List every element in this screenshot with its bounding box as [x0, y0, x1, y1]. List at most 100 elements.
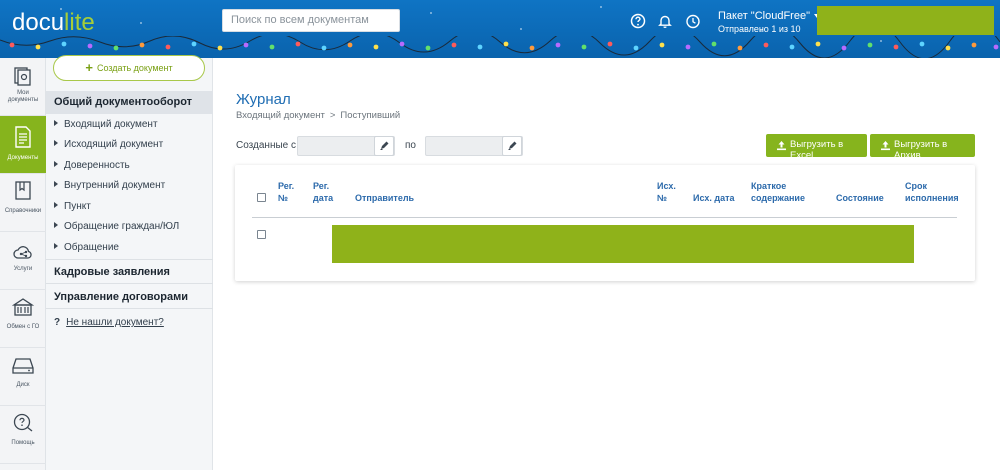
rail-label: Диск	[16, 382, 30, 388]
column-header-sender[interactable]: Отправитель	[355, 192, 414, 204]
column-header-out-date[interactable]: Исх. дата	[693, 192, 735, 204]
pencil-edit-button[interactable]	[374, 136, 394, 156]
snowflake	[140, 22, 142, 24]
column-header-line: Срок	[905, 181, 927, 191]
global-search-input[interactable]: Поиск по всем документам	[222, 9, 400, 32]
rail-item-disk[interactable]: Диск	[0, 348, 46, 406]
cloud-share-icon	[13, 246, 32, 259]
breadcrumb-parent[interactable]: Входящий документ	[236, 110, 325, 121]
logo-main-text: docu	[12, 9, 65, 36]
column-header-line: №	[657, 193, 668, 203]
rail-item-services[interactable]: Услуги	[0, 232, 46, 290]
my-documents-icon	[14, 67, 31, 86]
caret-right-icon	[54, 181, 58, 187]
select-all-checkbox[interactable]	[257, 193, 266, 202]
help-chat-icon	[13, 413, 33, 432]
rail-item-help[interactable]: Помощь	[0, 406, 46, 464]
column-header-line: №	[278, 193, 289, 203]
rail-item-documents[interactable]: Документы	[0, 116, 46, 174]
column-header-line: исполнения	[905, 193, 959, 203]
logo-accent-text: lite	[64, 9, 95, 36]
rail-item-references[interactable]: Справочники	[0, 174, 46, 232]
row-checkbox[interactable]	[257, 230, 266, 239]
column-header-summary[interactable]: Краткое содержание	[751, 180, 805, 204]
table-row[interactable]	[332, 225, 914, 263]
column-header-deadline[interactable]: Срок исполнения	[905, 180, 959, 204]
create-document-label: Создать документ	[96, 63, 173, 73]
nav-item-label: Входящий документ	[64, 119, 158, 130]
nav-item-label: Внутренний документ	[64, 180, 166, 191]
nav-divider	[46, 283, 213, 284]
nav-item-label: Исходящий документ	[64, 139, 164, 150]
plus-icon: +	[85, 60, 93, 75]
rail-item-my-documents[interactable]: Мои документы	[0, 58, 46, 116]
nav-item-internal[interactable]: Внутренний документ	[54, 180, 165, 191]
caret-right-icon	[54, 140, 58, 146]
package-dropdown[interactable]: Пакет "CloudFree" Отправлено 1 из 10	[718, 10, 820, 34]
breadcrumb: Входящий документ > Поступивший	[236, 110, 400, 121]
rail-label: Помощь	[11, 440, 35, 446]
export-excel-label: Выгрузить в Excel	[790, 139, 844, 161]
page-title: Журнал	[236, 91, 291, 108]
column-header-reg-date[interactable]: Рег. дата	[313, 180, 333, 204]
breadcrumb-separator: >	[329, 110, 336, 121]
column-header-line: дата	[313, 193, 334, 203]
pencil-icon	[508, 141, 517, 150]
building-icon	[12, 298, 34, 316]
clock-icon[interactable]	[685, 13, 701, 29]
export-excel-button[interactable]: Выгрузить в Excel	[766, 134, 867, 161]
rail-item-exchange[interactable]: Обмен с ГО	[0, 290, 46, 348]
column-header-reg-number[interactable]: Рег. №	[278, 180, 294, 204]
snowflake	[430, 12, 432, 14]
nav-item-point[interactable]: Пункт	[54, 201, 91, 212]
caret-right-icon	[54, 120, 58, 126]
rail-label: Справочники	[4, 208, 42, 214]
breadcrumb-current: Поступивший	[340, 110, 401, 121]
snowflake	[600, 6, 602, 8]
top-header: doculite Поиск по всем документам Пакет …	[0, 0, 1000, 58]
nav-section-hr[interactable]: Кадровые заявления	[46, 261, 213, 284]
rail-label: документы	[7, 97, 39, 103]
nav-item-citizen-appeal[interactable]: Обращение граждан/ЮЛ	[54, 221, 179, 232]
created-to-date-field[interactable]	[425, 136, 523, 156]
caret-right-icon	[54, 243, 58, 249]
header-divider	[252, 217, 957, 218]
nav-divider	[46, 259, 213, 260]
nav-item-label: Обращение	[64, 242, 119, 253]
nav-item-outgoing[interactable]: Исходящий документ	[54, 139, 163, 150]
column-header-line: Исх.	[657, 181, 676, 191]
help-icon[interactable]	[630, 13, 646, 29]
nav-section-general[interactable]: Общий документооборот	[46, 91, 213, 114]
column-header-status[interactable]: Состояние	[836, 192, 884, 204]
column-header-line: Рег.	[313, 181, 330, 191]
bell-icon[interactable]	[657, 13, 673, 29]
nav-item-label: Обращение граждан/ЮЛ	[64, 221, 180, 232]
rail-label: Мои	[17, 90, 29, 96]
pencil-icon	[380, 141, 389, 150]
upload-icon	[777, 141, 786, 151]
user-account-block[interactable]	[817, 6, 994, 35]
pencil-edit-button[interactable]	[502, 136, 522, 156]
disk-icon	[12, 358, 34, 374]
app-logo[interactable]: doculite	[12, 9, 95, 37]
question-mark-icon: ?	[54, 317, 61, 328]
not-found-link[interactable]: Не нашли документ?	[66, 317, 164, 328]
nav-divider	[46, 308, 213, 309]
package-label: Пакет "CloudFree"	[718, 10, 810, 22]
document-nav-panel: + Создать документ Общий документооборот …	[46, 55, 213, 470]
created-from-date-field[interactable]	[297, 136, 395, 156]
nav-item-appeal[interactable]: Обращение	[54, 242, 119, 253]
caret-right-icon	[54, 161, 58, 167]
export-archive-button[interactable]: Выгрузить в Архив	[870, 134, 975, 161]
create-document-button[interactable]: + Создать документ	[53, 55, 205, 81]
column-header-line: Рег.	[278, 181, 295, 191]
nav-section-contracts[interactable]: Управление договорами	[46, 286, 213, 309]
nav-item-incoming[interactable]: Входящий документ	[54, 119, 158, 130]
nav-item-label: Пункт	[64, 201, 91, 212]
export-archive-label: Выгрузить в Архив	[894, 139, 948, 161]
nav-item-power-of-attorney[interactable]: Доверенность	[54, 160, 130, 171]
column-header-out-number[interactable]: Исх. №	[657, 180, 676, 204]
upload-icon	[881, 141, 890, 151]
not-found-help: ? Не нашли документ?	[54, 317, 164, 328]
document-icon	[15, 126, 31, 148]
